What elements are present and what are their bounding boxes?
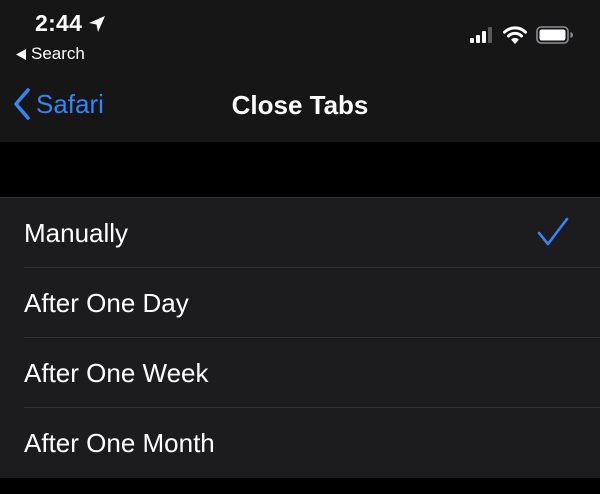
option-label: Manually [24, 217, 129, 248]
option-label: After One Week [24, 357, 209, 388]
option-after-one-month[interactable]: After One Month [0, 408, 600, 478]
back-to-app-link[interactable]: Search [16, 44, 85, 64]
location-arrow-icon [89, 15, 106, 32]
nav-back-label: Safari [36, 88, 104, 119]
option-label: After One Day [24, 287, 189, 318]
checkmark-icon [537, 217, 569, 246]
back-to-app-label: Search [31, 44, 85, 63]
back-triangle-icon [16, 48, 26, 60]
battery-icon [536, 26, 573, 44]
option-after-one-day[interactable]: After One Day [0, 268, 600, 338]
option-label: After One Month [24, 427, 215, 458]
wifi-icon [503, 26, 527, 44]
option-manually[interactable]: Manually [0, 198, 600, 268]
navigation-header: 2:44 Search Safari Close Tabs [0, 0, 600, 142]
chevron-left-icon [14, 88, 30, 120]
status-indicators [470, 25, 574, 45]
close-tabs-options-list: Manually After One Day After One Week Af… [0, 197, 600, 478]
signal-bars-icon [470, 27, 492, 43]
nav-back-button[interactable]: Safari [12, 87, 104, 121]
option-after-one-week[interactable]: After One Week [0, 338, 600, 408]
status-time-group: 2:44 [35, 10, 106, 37]
status-time: 2:44 [35, 10, 83, 36]
